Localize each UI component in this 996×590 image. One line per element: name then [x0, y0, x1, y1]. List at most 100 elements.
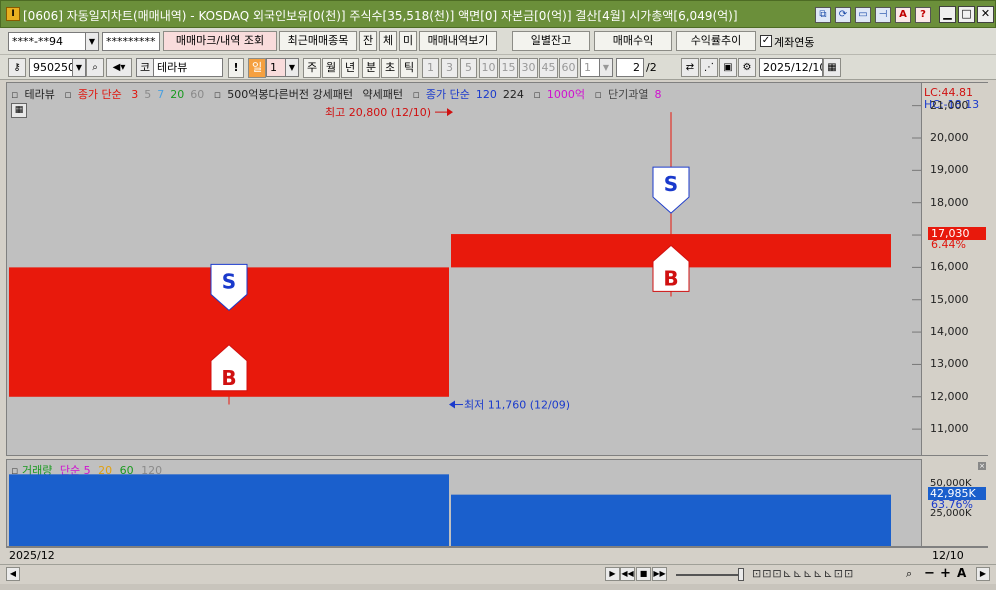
- stock-code-field[interactable]: 950250: [29, 58, 73, 77]
- daily-balance-button[interactable]: 일별잔고: [512, 31, 590, 51]
- period-count-field[interactable]: 1: [266, 58, 286, 77]
- period-count-dropdown-icon[interactable]: ▼: [285, 58, 299, 77]
- market-badge: 코: [136, 58, 154, 77]
- low-annotation: 최저 11,760 (12/09): [464, 399, 570, 412]
- price-tick-label: 20,000: [930, 130, 969, 144]
- price-chart[interactable]: ▫ 테라뷰 ▫ 종가 단순 3 5 7 20 60 ▫ 500억봉다른버전 강세패턴 약세패턴…: [6, 82, 922, 456]
- chart-line-icon[interactable]: ⋰: [700, 58, 718, 77]
- chart-bottom-bar: ◀ ▶ ◀◀ ■ ▶▶ ⊡⊡⊡⊾⊾⊾⊾⊾⊡⊡ ⌕ − + A ▶: [0, 564, 996, 584]
- interval-15-button[interactable]: 15: [499, 58, 518, 78]
- account-link-label: 계좌연동: [774, 36, 815, 49]
- pin-icon[interactable]: ⊣: [875, 7, 891, 23]
- current-change-label: 6.44%: [931, 238, 966, 252]
- interval-count-dropdown-icon[interactable]: ▼: [599, 58, 613, 77]
- fast-forward-icon[interactable]: ▶▶: [652, 567, 667, 581]
- title-bar: I [0606] 자동일지차트(매매내역) - KOSDAQ 외국인보유[0(천…: [0, 0, 996, 28]
- date-axis: 2025/12: [6, 547, 922, 563]
- scroll-right-icon[interactable]: ▶: [976, 567, 990, 581]
- horizontal-scrollbar[interactable]: [0, 584, 996, 590]
- price-tick-label: 21,000: [930, 98, 969, 112]
- drawing-tools-icon[interactable]: ⊡⊡⊡⊾⊾⊾⊾⊾⊡⊡: [752, 567, 854, 580]
- trade-profit-button[interactable]: 매매수익: [594, 31, 672, 51]
- period-monthly-button[interactable]: 월: [322, 58, 340, 78]
- zoom-out-icon[interactable]: −: [924, 566, 935, 581]
- zoom-slider-track[interactable]: [676, 574, 742, 576]
- save-icon[interactable]: ▣: [719, 58, 737, 77]
- interval-30-button[interactable]: 30: [519, 58, 538, 78]
- date-field[interactable]: 2025/12/10: [759, 58, 823, 77]
- price-tick-label: 16,000: [930, 260, 969, 274]
- interval-3-button[interactable]: 3: [441, 58, 458, 78]
- period-second-button[interactable]: 초: [381, 58, 399, 78]
- screen-icon[interactable]: ▭: [855, 7, 871, 23]
- sell-marker: S: [652, 166, 690, 214]
- zoom-in-icon[interactable]: +: [940, 566, 951, 581]
- text-tool-icon[interactable]: A: [957, 566, 966, 580]
- help-icon[interactable]: ?: [915, 7, 931, 23]
- window-title: [0606] 자동일지차트(매매내역) - KOSDAQ 외국인보유[0(천)]…: [23, 9, 738, 23]
- page-field[interactable]: 2: [616, 58, 644, 77]
- link-icon[interactable]: ⧉: [815, 7, 831, 23]
- period-minute-button[interactable]: 분: [362, 58, 380, 78]
- stock-code-dropdown-icon[interactable]: ▼: [72, 58, 86, 77]
- volume-bar: [451, 494, 891, 546]
- price-plot: S B S B 최고 20,800 (12/10) 최저 11,760 (12/09): [9, 105, 921, 430]
- zoom-slider-handle[interactable]: [738, 568, 744, 581]
- trade-mark-query-button[interactable]: 매매마크/내역 조회: [163, 31, 277, 51]
- refresh-icon[interactable]: ⟳: [835, 7, 851, 23]
- close-button[interactable]: ✕: [977, 6, 994, 23]
- arrows-icon[interactable]: ⇄: [681, 58, 699, 77]
- profit-rate-trend-button[interactable]: 수익률추이: [676, 31, 756, 51]
- gear-icon[interactable]: ⚙: [738, 58, 756, 77]
- password-field[interactable]: *********: [102, 32, 160, 51]
- price-tick-label: 19,000: [930, 163, 969, 177]
- price-tick-label: 15,000: [930, 292, 969, 306]
- speaker-icon[interactable]: ◀▾: [106, 58, 132, 77]
- calendar-icon[interactable]: ▦: [823, 58, 841, 77]
- volume-change-label: 63.76%: [931, 497, 973, 511]
- interval-5-button[interactable]: 5: [460, 58, 477, 78]
- key-icon[interactable]: ⚷: [8, 58, 26, 77]
- account-field[interactable]: ****-**94: [8, 32, 86, 51]
- interval-10-button[interactable]: 10: [479, 58, 498, 78]
- volume-axis: × 50,000K 25,000K 42,985K 63.76%: [922, 459, 988, 547]
- zoom-icon[interactable]: ⌕: [906, 567, 912, 581]
- sell-marker-label: S: [664, 172, 678, 196]
- date-axis-right: 12/10: [922, 547, 988, 563]
- maximize-button[interactable]: □: [958, 6, 975, 23]
- rewind-icon[interactable]: ◀◀: [620, 567, 635, 581]
- filled-button[interactable]: 체: [379, 31, 397, 51]
- stock-name-field[interactable]: 테라뷰: [153, 58, 223, 77]
- period-daily-button[interactable]: 일: [248, 58, 266, 78]
- period-weekly-button[interactable]: 주: [303, 58, 321, 78]
- balance-button[interactable]: 잔: [359, 31, 377, 51]
- interval-1-button[interactable]: 1: [422, 58, 439, 78]
- price-tick-label: 14,000: [930, 325, 969, 339]
- font-icon[interactable]: A: [895, 7, 911, 23]
- volume-plot: [9, 474, 891, 546]
- period-tick-button[interactable]: 틱: [400, 58, 418, 78]
- search-icon[interactable]: ⌕: [86, 58, 104, 77]
- stop-icon[interactable]: ■: [636, 567, 651, 581]
- account-link-checkbox[interactable]: ✓: [760, 35, 772, 47]
- period-yearly-button[interactable]: 년: [341, 58, 359, 78]
- play-icon[interactable]: ▶: [605, 567, 620, 581]
- page-total: /2: [646, 61, 657, 74]
- unfilled-button[interactable]: 미: [399, 31, 417, 51]
- app-icon: I: [6, 7, 20, 21]
- account-dropdown-icon[interactable]: ▼: [85, 32, 99, 51]
- trade-history-view-button[interactable]: 매매내역보기: [419, 31, 497, 51]
- interval-45-button[interactable]: 45: [539, 58, 558, 78]
- volume-chart[interactable]: ▫ 거래량 단순 5 20 60 120: [6, 459, 922, 547]
- minimize-button[interactable]: ▁: [939, 6, 956, 23]
- alert-button[interactable]: !: [228, 58, 244, 78]
- price-axis: LC:44.81 HC:-18.13 21,000 20,000 19,000 18,…: [922, 82, 988, 456]
- date-axis-right-label: 12/10: [932, 549, 964, 562]
- interval-count-field[interactable]: 1: [580, 58, 600, 77]
- scroll-left-icon[interactable]: ◀: [6, 567, 20, 581]
- sell-marker-label: S: [222, 269, 236, 293]
- recent-trades-button[interactable]: 최근매매종목: [279, 31, 357, 51]
- volume-bar: [9, 474, 449, 546]
- close-pane-icon[interactable]: ×: [978, 462, 986, 470]
- interval-60-button[interactable]: 60: [559, 58, 578, 78]
